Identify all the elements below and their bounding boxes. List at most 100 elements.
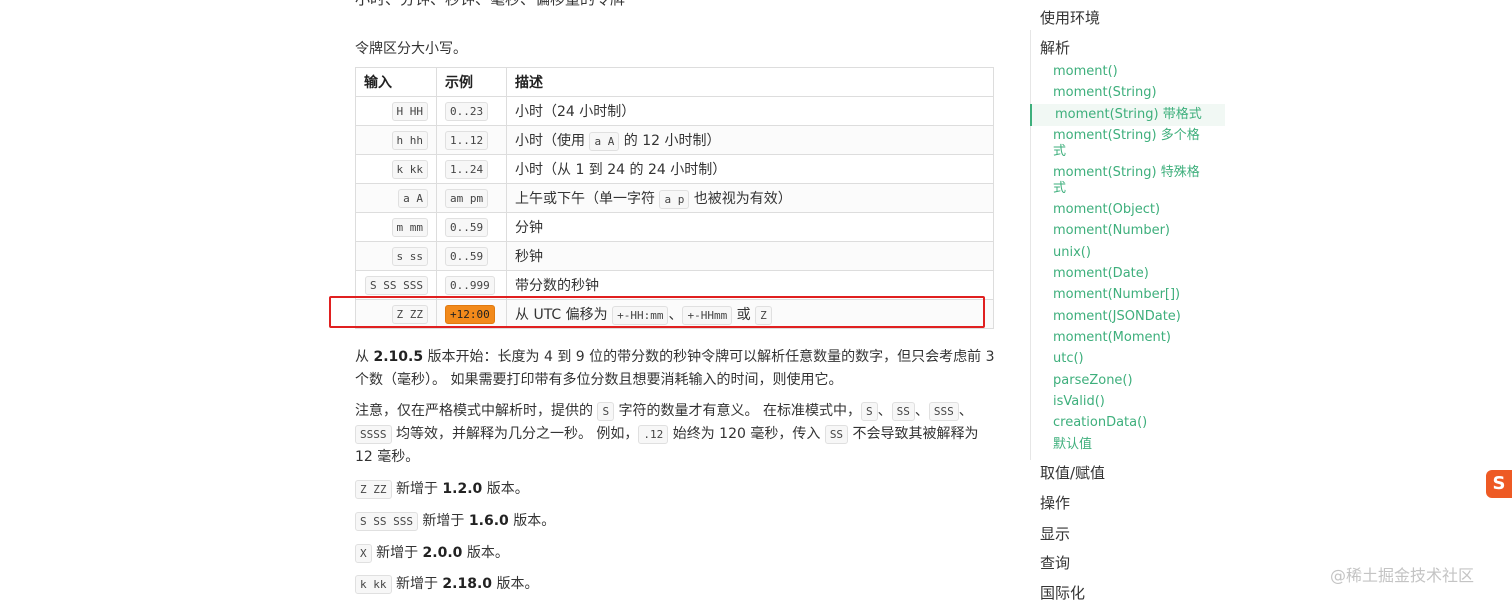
inline-code: SSSS <box>355 425 392 444</box>
toc-item-display[interactable]: 显示 <box>1040 523 1070 544</box>
text: 新增于 <box>391 576 443 592</box>
table-row: a A am pm 上午或下午（单一字符 a p 也被视为有效） <box>355 183 994 213</box>
section-heading: 小时、分钟、秒钟、毫秒、偏移量的令牌 <box>355 0 625 9</box>
version-number: 2.10.5 <box>373 349 424 365</box>
toc-subitem[interactable]: moment() <box>1053 64 1203 80</box>
text: 版本。 <box>508 513 556 529</box>
version-number: 1.6.0 <box>468 513 509 529</box>
watermark: @稀土掘金技术社区 <box>1330 566 1475 585</box>
input-code: s ss <box>391 246 428 266</box>
header-description: 描述 <box>506 67 994 97</box>
separator: 、 <box>958 403 973 419</box>
separator: 、 <box>877 403 892 419</box>
inline-code: a A <box>589 131 620 151</box>
paragraph-fraction-seconds: 从 2.10.5 版本开始：长度为 4 到 9 位的带分数的秒钟令牌可以解析任意… <box>355 346 995 392</box>
separator: 、 <box>914 403 929 419</box>
inline-code: Z <box>755 305 772 325</box>
row-description: 带分数的秒钟 <box>515 278 599 294</box>
toc-item-usage-env[interactable]: 使用环境 <box>1040 7 1100 28</box>
example-code: 1..12 <box>445 130 489 150</box>
row-description: 小时（使用 <box>515 132 590 149</box>
text: 新增于 <box>391 481 443 497</box>
toc-subitem[interactable]: unix() <box>1053 245 1203 261</box>
toc-item-manipulate[interactable]: 操作 <box>1040 492 1070 513</box>
row-description: 的 12 小时制） <box>619 132 721 149</box>
text: 从 <box>355 349 374 365</box>
example-code: 0..999 <box>445 275 495 295</box>
toc-subitem[interactable]: moment(Number[]) <box>1053 287 1203 303</box>
version-number: 2.0.0 <box>422 545 463 561</box>
row-description: 小时（从 1 到 24 的 24 小时制） <box>515 162 727 178</box>
inline-code: Z ZZ <box>355 480 392 499</box>
toc-subitem[interactable]: moment(String) 特殊格式 <box>1053 165 1203 197</box>
example-code-highlighted: +12:00 <box>445 304 495 324</box>
input-code: a A <box>398 188 428 208</box>
toc-subitem[interactable]: moment(JSONDate) <box>1053 309 1203 325</box>
row-description: 上午或下午（单一字符 <box>515 190 660 207</box>
toc-subitem[interactable]: moment(Object) <box>1053 202 1203 218</box>
input-code: m mm <box>391 217 428 237</box>
input-code: h hh <box>391 130 428 150</box>
intro-text: 令牌区分大小写。 <box>355 41 467 57</box>
inline-code: S SS SSS <box>355 512 418 531</box>
example-code: 0..23 <box>445 101 489 121</box>
table-row: s ss 0..59 秒钟 <box>355 241 994 271</box>
toc-item-get-set[interactable]: 取值/赋值 <box>1040 462 1105 483</box>
inline-code: .12 <box>638 425 669 444</box>
row-description: 小时（24 小时制） <box>515 104 636 120</box>
row-description: 分钟 <box>515 220 543 236</box>
toc-item-parse[interactable]: 解析 <box>1040 37 1070 58</box>
toc-subitem[interactable]: utc() <box>1053 351 1203 367</box>
toc-item-query[interactable]: 查询 <box>1040 552 1070 573</box>
inline-code: X <box>355 544 372 563</box>
text: 注意，仅在严格模式中解析时，提供的 <box>355 403 598 419</box>
toc-subitem[interactable]: isValid() <box>1053 394 1203 410</box>
text: 新增于 <box>417 513 469 529</box>
added-in-note: Z ZZ 新增于 1.2.0 版本。 <box>355 478 995 501</box>
example-code: 0..59 <box>445 246 489 266</box>
input-code: H HH <box>391 101 428 121</box>
table-row: S SS SSS 0..999 带分数的秒钟 <box>355 270 994 300</box>
separator: 或 <box>732 306 756 323</box>
table-row: k kk 1..24 小时（从 1 到 24 的 24 小时制） <box>355 154 994 184</box>
toc-subitem[interactable]: parseZone() <box>1053 373 1203 389</box>
row-description: 秒钟 <box>515 249 543 265</box>
inline-code: S <box>860 402 878 421</box>
toc-subitem[interactable]: moment(Moment) <box>1053 330 1203 346</box>
header-example: 示例 <box>436 67 507 97</box>
inline-code: SS <box>824 425 849 444</box>
toc-subitem[interactable]: moment(String) <box>1053 85 1203 101</box>
table-row: H HH 0..23 小时（24 小时制） <box>355 96 994 126</box>
inline-code: S <box>597 402 615 421</box>
text: 版本。 <box>492 576 539 592</box>
table-header-row: 输入 示例 描述 <box>355 67 994 97</box>
separator: 、 <box>668 306 683 323</box>
text: 均等效，并解释为几分之一秒。 例如， <box>391 426 639 442</box>
input-code: k kk <box>391 159 428 179</box>
inline-code: k kk <box>355 575 392 594</box>
row-description: 从 UTC 偏移为 <box>515 306 613 323</box>
toc-subitem[interactable]: moment(String) 多个格式 <box>1053 128 1203 160</box>
toc-rail <box>1030 30 1031 460</box>
text: 始终为 120 毫秒，传入 <box>668 426 825 442</box>
table-row: m mm 0..59 分钟 <box>355 212 994 242</box>
text: 新增于 <box>371 545 423 561</box>
example-code: 0..59 <box>445 217 489 237</box>
text: 版本。 <box>482 481 529 497</box>
table-row: h hh 1..12 小时（使用 a A 的 12 小时制） <box>355 125 994 155</box>
added-in-note: k kk 新增于 2.18.0 版本。 <box>355 573 995 596</box>
sogou-input-icon[interactable]: S <box>1486 470 1512 498</box>
input-code: Z ZZ <box>391 304 428 324</box>
paragraph-strict-mode-note: 注意，仅在严格模式中解析时，提供的 S 字符的数量才有意义。 在标准模式中， S、… <box>355 400 995 469</box>
toc-subitem-active[interactable]: moment(String) 带格式 <box>1030 104 1225 126</box>
toc-subitem[interactable]: moment(Number) <box>1053 223 1203 239</box>
added-in-note: X 新增于 2.0.0 版本。 <box>355 542 995 565</box>
toc-subitem[interactable]: 默认值 <box>1053 437 1203 453</box>
table-row-highlighted: Z ZZ +12:00 从 UTC 偏移为 +-HH:mm、 +-HHmm 或 Z <box>355 299 994 329</box>
text: 字符的数量才有意义。 在标准模式中， <box>614 403 861 419</box>
toc-subitem[interactable]: moment(Date) <box>1053 266 1203 282</box>
input-code: S SS SSS <box>365 275 428 295</box>
toc-subitem[interactable]: creationData() <box>1053 415 1203 431</box>
version-number: 2.18.0 <box>442 576 493 592</box>
text: 版本。 <box>462 545 509 561</box>
